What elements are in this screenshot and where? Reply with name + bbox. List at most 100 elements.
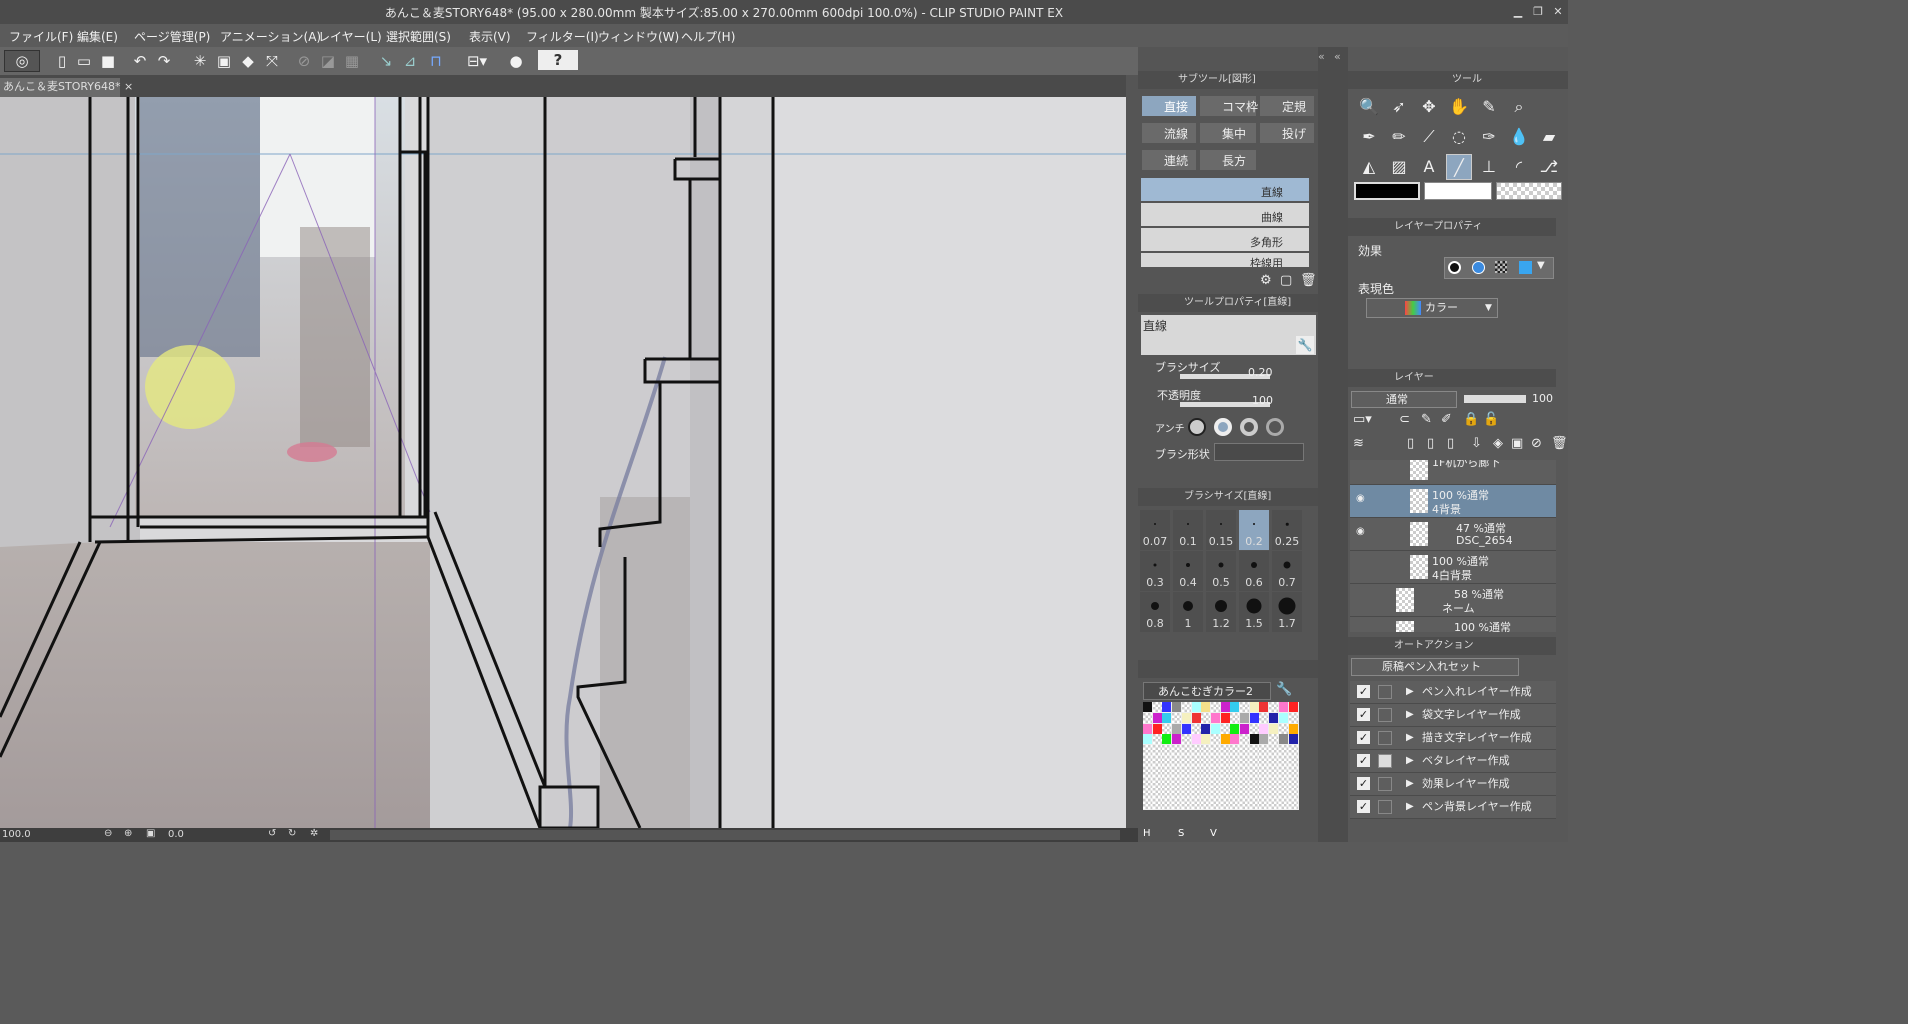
subtool-group-rectangle[interactable]: 長方 bbox=[1199, 149, 1257, 171]
color-swatch[interactable] bbox=[1249, 788, 1259, 799]
snap-special-ruler-icon[interactable]: ⊿ bbox=[400, 51, 420, 71]
rotation-value[interactable]: 0.0 bbox=[168, 829, 184, 840]
toolprop-header[interactable]: ツールプロパティ[直線] bbox=[1138, 294, 1318, 312]
subtool-settings-icon[interactable]: ⚙ bbox=[1260, 273, 1272, 288]
canvas-horizontal-scrollbar[interactable] bbox=[330, 830, 1120, 840]
color-swatch[interactable] bbox=[1191, 723, 1201, 734]
color-swatch[interactable] bbox=[1201, 799, 1211, 810]
checkbox-icon[interactable]: ✓ bbox=[1357, 708, 1370, 721]
layer-row[interactable]: 100 %通常 4白背景 bbox=[1350, 551, 1556, 584]
color-swatch[interactable] bbox=[1162, 756, 1172, 766]
color-swatch[interactable] bbox=[1249, 745, 1259, 756]
snap-ruler-icon[interactable]: ↘ bbox=[376, 51, 396, 71]
subtool-header[interactable]: サブツール[図形] bbox=[1138, 71, 1318, 89]
color-swatch-grid[interactable] bbox=[1143, 702, 1299, 810]
color-swatch[interactable] bbox=[1181, 723, 1191, 734]
brush-size-preset[interactable]: 1.2 bbox=[1206, 592, 1236, 632]
subtool-item-polyline[interactable]: 多角形 bbox=[1141, 228, 1309, 251]
visibility-eye-icon[interactable]: ◉ bbox=[1356, 493, 1365, 504]
color-swatch[interactable] bbox=[1288, 734, 1298, 745]
color-swatch[interactable] bbox=[1172, 766, 1182, 777]
color-swatch[interactable] bbox=[1172, 723, 1182, 734]
mask-layer-icon[interactable]: ▣ bbox=[1511, 436, 1523, 451]
zoom-tool-icon[interactable]: 🔍 bbox=[1356, 94, 1382, 120]
brush-size-preset[interactable]: 0.4 bbox=[1173, 551, 1203, 591]
lasso-tool-icon[interactable]: ◌ bbox=[1446, 124, 1472, 150]
color-swatch[interactable] bbox=[1181, 745, 1191, 756]
color-mode-v[interactable]: V bbox=[1210, 828, 1217, 839]
color-swatch[interactable] bbox=[1191, 788, 1201, 799]
layer-stack-icon[interactable]: ≋ bbox=[1353, 436, 1364, 451]
color-swatch[interactable] bbox=[1201, 788, 1211, 799]
autoaction-item[interactable]: ✓ ▶ ペン背景レイヤー作成 bbox=[1350, 796, 1556, 819]
transfer-down-icon[interactable]: ⇩ bbox=[1471, 436, 1482, 451]
color-swatch[interactable] bbox=[1220, 766, 1230, 777]
brush-size-value[interactable]: 0.20 bbox=[1248, 366, 1273, 379]
main-color-swatch[interactable] bbox=[1354, 182, 1420, 200]
color-swatch[interactable] bbox=[1288, 702, 1298, 712]
ruler-tool-icon[interactable]: ⊥ bbox=[1476, 154, 1502, 180]
new-vector-layer-icon[interactable]: ▯ bbox=[1427, 436, 1434, 451]
color-swatch[interactable] bbox=[1230, 712, 1240, 723]
color-swatch[interactable] bbox=[1152, 788, 1162, 799]
canvas-tab[interactable]: あんこ＆麦STORY648* × bbox=[0, 78, 133, 97]
color-swatch[interactable] bbox=[1240, 777, 1249, 788]
color-swatch[interactable] bbox=[1278, 756, 1288, 766]
rotate-left-icon[interactable]: ↺ bbox=[268, 828, 276, 839]
brush-size-preset[interactable]: 0.15 bbox=[1206, 510, 1236, 550]
zoom-in-icon[interactable]: ⊕ bbox=[124, 828, 132, 839]
menu-layer[interactable]: レイヤー(L) bbox=[318, 28, 382, 45]
dialog-toggle-icon[interactable] bbox=[1378, 708, 1392, 722]
color-swatch[interactable] bbox=[1172, 788, 1182, 799]
color-swatch[interactable] bbox=[1162, 766, 1172, 777]
checkbox-icon[interactable]: ✓ bbox=[1357, 754, 1370, 767]
tone-effect-icon[interactable] bbox=[1495, 261, 1508, 274]
color-swatch[interactable] bbox=[1288, 712, 1298, 723]
layer-color-effect-icon[interactable] bbox=[1472, 261, 1485, 274]
color-swatch[interactable] bbox=[1278, 766, 1288, 777]
aa-strong-icon[interactable] bbox=[1266, 418, 1284, 436]
brush-size-preset[interactable]: 0.7 bbox=[1272, 551, 1302, 591]
color-swatch[interactable] bbox=[1152, 712, 1162, 723]
subtool-group-frame[interactable]: コマ枠 bbox=[1199, 95, 1258, 117]
brushsize-header[interactable]: ブラシサイズ[直線] bbox=[1138, 488, 1318, 506]
color-swatch[interactable] bbox=[1210, 766, 1220, 777]
menu-animation[interactable]: アニメーション(A) bbox=[220, 28, 321, 45]
eyedropper-icon[interactable]: ⌕ bbox=[1506, 94, 1532, 120]
color-swatch[interactable] bbox=[1210, 712, 1220, 723]
new-file-icon[interactable]: ▯ bbox=[52, 51, 72, 71]
color-swatch[interactable] bbox=[1249, 766, 1259, 777]
color-swatch[interactable] bbox=[1143, 788, 1152, 799]
color-swatch[interactable] bbox=[1259, 756, 1269, 766]
aa-weak-icon[interactable] bbox=[1214, 418, 1232, 436]
color-swatch[interactable] bbox=[1143, 777, 1152, 788]
clip-layer-icon[interactable]: ⊂ bbox=[1399, 412, 1410, 427]
color-swatch[interactable] bbox=[1201, 756, 1211, 766]
opacity-value[interactable]: 100 bbox=[1252, 394, 1273, 407]
color-swatch[interactable] bbox=[1259, 734, 1269, 745]
curve-tool-icon[interactable]: ◜ bbox=[1506, 154, 1532, 180]
chevron-down-icon[interactable]: ▼ bbox=[1485, 299, 1492, 317]
color-swatch[interactable] bbox=[1191, 745, 1201, 756]
color-swatch[interactable] bbox=[1143, 799, 1152, 810]
color-swatch[interactable] bbox=[1162, 799, 1172, 810]
brush-size-preset[interactable]: 0.8 bbox=[1140, 592, 1170, 632]
combine-layer-icon[interactable]: ◈ bbox=[1493, 436, 1503, 451]
color-swatch[interactable] bbox=[1201, 702, 1211, 712]
wrench-icon[interactable]: 🔧 bbox=[1296, 336, 1314, 354]
info-icon[interactable]: ● bbox=[506, 51, 526, 71]
subtool-group-continuous[interactable]: 連続 bbox=[1141, 149, 1197, 171]
color-swatch[interactable] bbox=[1172, 799, 1182, 810]
color-swatch[interactable] bbox=[1288, 756, 1298, 766]
aa-mid-icon[interactable] bbox=[1240, 418, 1258, 436]
color-swatch[interactable] bbox=[1230, 702, 1240, 712]
color-swatch[interactable] bbox=[1172, 712, 1182, 723]
deselect-icon[interactable]: ⊘ bbox=[294, 51, 314, 71]
color-swatch[interactable] bbox=[1240, 766, 1249, 777]
color-swatch[interactable] bbox=[1269, 756, 1279, 766]
color-swatch[interactable] bbox=[1278, 734, 1288, 745]
subtool-group-direct[interactable]: 直接 bbox=[1141, 95, 1197, 117]
color-swatch[interactable] bbox=[1259, 712, 1269, 723]
brush-size-preset[interactable]: 0.07 bbox=[1140, 510, 1170, 550]
hand-tool-icon[interactable]: ✋ bbox=[1446, 94, 1472, 120]
